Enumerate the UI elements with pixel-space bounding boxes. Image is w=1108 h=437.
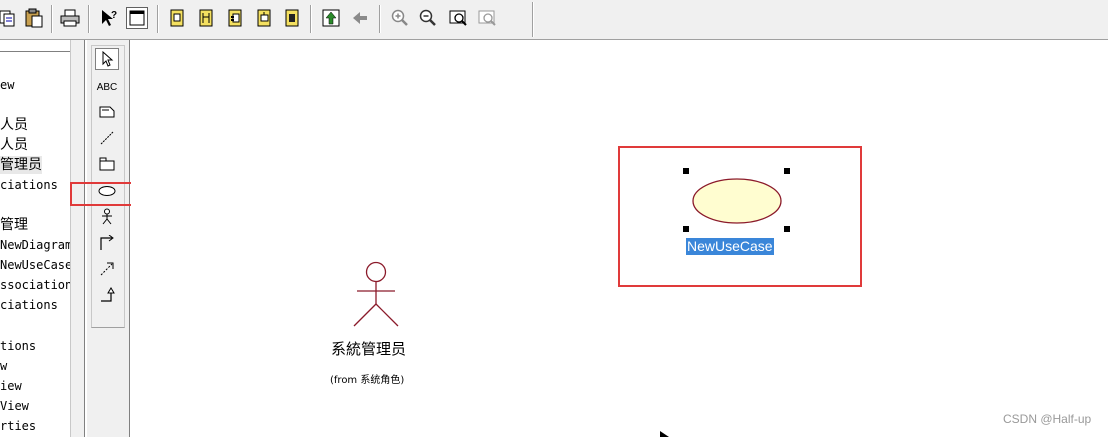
tree-item-selected[interactable]: 管理员 — [0, 156, 42, 174]
browse-deployment-diagram-icon[interactable] — [253, 7, 275, 29]
context-help-icon[interactable]: ? — [98, 7, 120, 29]
print-icon[interactable] — [59, 7, 81, 29]
actor-tool-icon[interactable] — [95, 206, 119, 228]
selection-handle[interactable] — [784, 168, 790, 174]
undo-fit-icon[interactable] — [476, 7, 498, 29]
actor-package-label: (from 系统角色) — [330, 375, 405, 386]
diagram-toolbox: ABC — [86, 40, 130, 437]
dependency-tool-icon[interactable] — [95, 258, 119, 280]
view-doc-icon[interactable] — [126, 7, 148, 29]
paste-icon[interactable] — [23, 7, 45, 29]
actor-name-label[interactable]: 系統管理员 — [331, 338, 406, 359]
browse-parent-icon[interactable] — [281, 7, 303, 29]
tree-item[interactable]: ssociation — [0, 276, 72, 294]
tree-item[interactable]: rties — [0, 417, 36, 435]
use-case-name-label[interactable]: NewUseCase — [686, 238, 774, 255]
toolbar-separator — [88, 5, 90, 33]
tree-item[interactable]: View — [0, 397, 29, 415]
anchor-note-tool-icon[interactable] — [95, 127, 119, 149]
actor-icon[interactable] — [349, 261, 403, 329]
toolbar-separator — [379, 5, 381, 33]
browse-class-diagram-icon[interactable] — [166, 7, 188, 29]
tree-item[interactable]: ew — [0, 76, 14, 94]
selection-handle[interactable] — [683, 168, 689, 174]
tree-item[interactable]: 人员 — [0, 116, 28, 134]
selection-arrow-icon[interactable] — [95, 48, 119, 70]
selection-handle[interactable] — [683, 226, 689, 232]
mouse-cursor-icon — [660, 431, 669, 437]
watermark: CSDN @Half-up — [1003, 412, 1092, 426]
main-toolbar: ? — [0, 0, 1108, 40]
unidirectional-association-tool-icon[interactable] — [95, 232, 119, 254]
svg-text:?: ? — [111, 10, 117, 21]
package-tool-icon[interactable] — [95, 153, 119, 175]
note-tool-icon[interactable] — [95, 101, 119, 123]
zoom-in-icon[interactable] — [389, 7, 411, 29]
fit-window-icon[interactable] — [447, 7, 469, 29]
tree-top-border — [0, 51, 70, 52]
toolbar-end-separator — [532, 2, 534, 37]
browse-previous-icon[interactable] — [320, 7, 342, 29]
toolbar-separator — [157, 5, 159, 33]
go-back-icon[interactable] — [349, 7, 371, 29]
tree-item[interactable]: 人员 — [0, 136, 28, 154]
tree-item[interactable]: ciations — [0, 176, 58, 194]
diagram-canvas[interactable]: NewUseCase 系統管理员 (from 系统角色) — [131, 40, 1108, 437]
browser-tree: ew 人员 人员 管理员 ciations 管理 NewDiagram NewU… — [0, 40, 85, 437]
generalization-tool-icon[interactable] — [95, 284, 119, 306]
toolbar-separator — [310, 5, 312, 33]
tree-item[interactable]: NewUseCase — [0, 256, 72, 274]
tree-item[interactable]: w — [0, 357, 7, 375]
browse-component-diagram-icon[interactable] — [224, 7, 246, 29]
tree-item[interactable]: tions — [0, 337, 36, 355]
tree-item[interactable]: 管理 — [0, 216, 28, 234]
tree-item[interactable]: ciations — [0, 296, 58, 314]
tree-scrollbar[interactable] — [70, 40, 84, 437]
tree-item[interactable]: NewDiagram — [0, 236, 72, 254]
text-box-tool[interactable]: ABC — [95, 76, 119, 98]
browse-interaction-diagram-icon[interactable] — [195, 7, 217, 29]
copy-icon[interactable] — [0, 7, 18, 29]
tree-item[interactable]: iew — [0, 377, 22, 395]
toolbar-separator — [51, 5, 53, 33]
use-case-ellipse[interactable] — [691, 177, 785, 227]
tool-highlight-box — [70, 182, 137, 206]
zoom-out-icon[interactable] — [417, 7, 439, 29]
